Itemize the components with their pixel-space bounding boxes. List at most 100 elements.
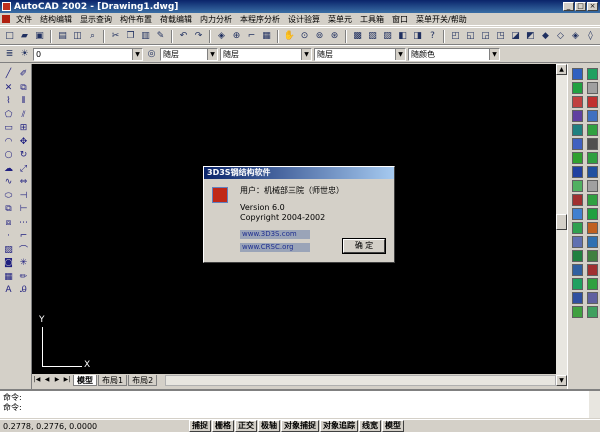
autocad-app-icon[interactable] [2, 2, 11, 11]
minimize-icon[interactable]: _ [563, 2, 574, 11]
view-bottom-icon[interactable]: ◱ [464, 30, 477, 43]
named-views-icon[interactable]: ▦ [260, 30, 273, 43]
pencil-icon[interactable]: ✏ [17, 271, 30, 284]
tool-icon[interactable] [587, 222, 598, 234]
redo-icon[interactable]: ↷ [192, 30, 205, 43]
break-icon[interactable]: ⋯ [17, 217, 30, 230]
tool-icon[interactable] [587, 166, 598, 178]
hyperlink-icon[interactable]: ◈ [215, 30, 228, 43]
tool-icon[interactable] [572, 250, 583, 262]
prev-tab-icon[interactable]: ◀ [42, 375, 52, 385]
rectangle-icon[interactable]: ▭ [2, 122, 15, 135]
tool-icon[interactable] [587, 292, 598, 304]
dialog-link-crsc[interactable]: www.CRSC.org [240, 243, 310, 252]
markup-icon[interactable]: ◨ [411, 30, 424, 43]
menu-design-check[interactable]: 设计验算 [284, 14, 324, 25]
tool-icon[interactable] [572, 152, 583, 164]
chevron-down-icon[interactable]: ▼ [395, 48, 405, 60]
maximize-icon[interactable]: □ [575, 2, 586, 11]
menu-program-analysis[interactable]: 本程序分析 [236, 14, 284, 25]
linetype-dropdown[interactable]: 随层 ▼ [220, 47, 312, 61]
copy-icon[interactable]: ❐ [124, 30, 137, 43]
tool-icon[interactable] [587, 180, 598, 192]
polyline-icon[interactable]: ⌇ [2, 95, 15, 108]
scale-icon[interactable]: ⤢ [17, 163, 30, 176]
save-icon[interactable]: ▣ [33, 30, 46, 43]
close-icon[interactable]: × [587, 2, 598, 11]
tool-icon[interactable] [587, 110, 598, 122]
lineweight-dropdown[interactable]: 随层 ▼ [314, 47, 406, 61]
tool-icon[interactable] [572, 236, 583, 248]
match-properties-icon[interactable]: ✎ [154, 30, 167, 43]
dialog-link-3d3s[interactable]: www.3D3S.com [240, 230, 310, 239]
tool-icon[interactable] [587, 208, 598, 220]
scroll-down-icon[interactable]: ▼ [556, 375, 567, 386]
zoom-previous-icon[interactable]: ⊛ [328, 30, 341, 43]
mirror-icon[interactable]: ⫴ [17, 95, 30, 108]
last-tab-icon[interactable]: ▶| [62, 375, 72, 385]
view-right-icon[interactable]: ◳ [494, 30, 507, 43]
layer-state-icon[interactable]: ☀ [18, 48, 31, 61]
chevron-down-icon[interactable]: ▼ [489, 48, 499, 60]
hatch-icon[interactable]: ▨ [2, 244, 15, 257]
explode-icon[interactable]: ✳ [17, 257, 30, 270]
menu-window[interactable]: 窗口 [388, 14, 412, 25]
tab-model[interactable]: 模型 [73, 374, 97, 386]
table-icon[interactable]: ▦ [2, 271, 15, 284]
tool-icon[interactable] [572, 124, 583, 136]
revcloud-icon[interactable]: ☁ [2, 163, 15, 176]
first-tab-icon[interactable]: |◀ [32, 375, 42, 385]
command-prompt[interactable]: 命令: [3, 402, 22, 413]
make-layer-current-icon[interactable]: ◎ [145, 48, 158, 61]
view-back-icon[interactable]: ◩ [524, 30, 537, 43]
copy-object-icon[interactable]: ⧉ [17, 82, 30, 95]
layer-dropdown[interactable]: 0 ▼ [33, 47, 143, 61]
tool-icon[interactable] [587, 124, 598, 136]
erase-icon[interactable]: ✐ [17, 68, 30, 81]
fillet-icon[interactable]: ⌒ [17, 244, 30, 256]
construction-line-icon[interactable]: ✕ [2, 82, 15, 95]
tool-icon[interactable] [572, 194, 583, 206]
tool-palette-icon[interactable]: ▨ [381, 30, 394, 43]
print-preview-icon[interactable]: ◫ [71, 30, 84, 43]
dbconnect-icon[interactable]: ◧ [396, 30, 409, 43]
tool-icon[interactable] [587, 138, 598, 150]
tool-icon[interactable] [572, 278, 583, 290]
otrack-toggle[interactable]: 对象追踪 [320, 420, 358, 432]
tool-icon[interactable] [572, 292, 583, 304]
next-tab-icon[interactable]: ▶ [52, 375, 62, 385]
scroll-thumb[interactable] [556, 214, 567, 230]
view-se-icon[interactable]: ◇ [554, 30, 567, 43]
menu-display-query[interactable]: 显示查询 [76, 14, 116, 25]
vertical-scrollbar[interactable]: ▲ ▼ [556, 64, 567, 386]
extend-icon[interactable]: ⊢ [17, 203, 30, 216]
chamfer-icon[interactable]: ⌐ [17, 230, 30, 243]
tool-icon[interactable] [572, 264, 583, 276]
open-folder-icon[interactable]: ▰ [18, 30, 31, 43]
osnap-toggle[interactable]: 对象捕捉 [281, 420, 319, 432]
layer-manager-icon[interactable]: ≣ [3, 48, 16, 61]
paste-icon[interactable]: ▥ [139, 30, 152, 43]
tab-layout2[interactable]: 布局2 [128, 374, 158, 386]
circle-icon[interactable]: ○ [2, 149, 15, 162]
rotate-icon[interactable]: ↻ [17, 149, 30, 162]
view-sw-icon[interactable]: ◆ [539, 30, 552, 43]
insert-block-icon[interactable]: ⧉ [2, 203, 15, 216]
tool-icon[interactable] [572, 166, 583, 178]
array-icon[interactable]: ⊞ [17, 122, 30, 135]
zoom-realtime-icon[interactable]: ⊙ [298, 30, 311, 43]
tool-icon[interactable] [587, 96, 598, 108]
zoom-window-icon[interactable]: ⊚ [313, 30, 326, 43]
menu-element[interactable]: 菜单元 [324, 14, 356, 25]
command-scrollbar[interactable] [589, 391, 600, 418]
scroll-up-icon[interactable]: ▲ [556, 64, 567, 75]
ok-button[interactable]: 确 定 [342, 238, 386, 254]
chevron-down-icon[interactable]: ▼ [132, 48, 142, 60]
menu-internal-force[interactable]: 内力分析 [196, 14, 236, 25]
tool-icon[interactable] [572, 82, 583, 94]
view-front-icon[interactable]: ◪ [509, 30, 522, 43]
tool-icon[interactable] [587, 82, 598, 94]
document-icon[interactable] [2, 15, 10, 23]
model-toggle[interactable]: 模型 [382, 420, 404, 432]
ellipse-icon[interactable]: ⬭ [2, 190, 15, 203]
